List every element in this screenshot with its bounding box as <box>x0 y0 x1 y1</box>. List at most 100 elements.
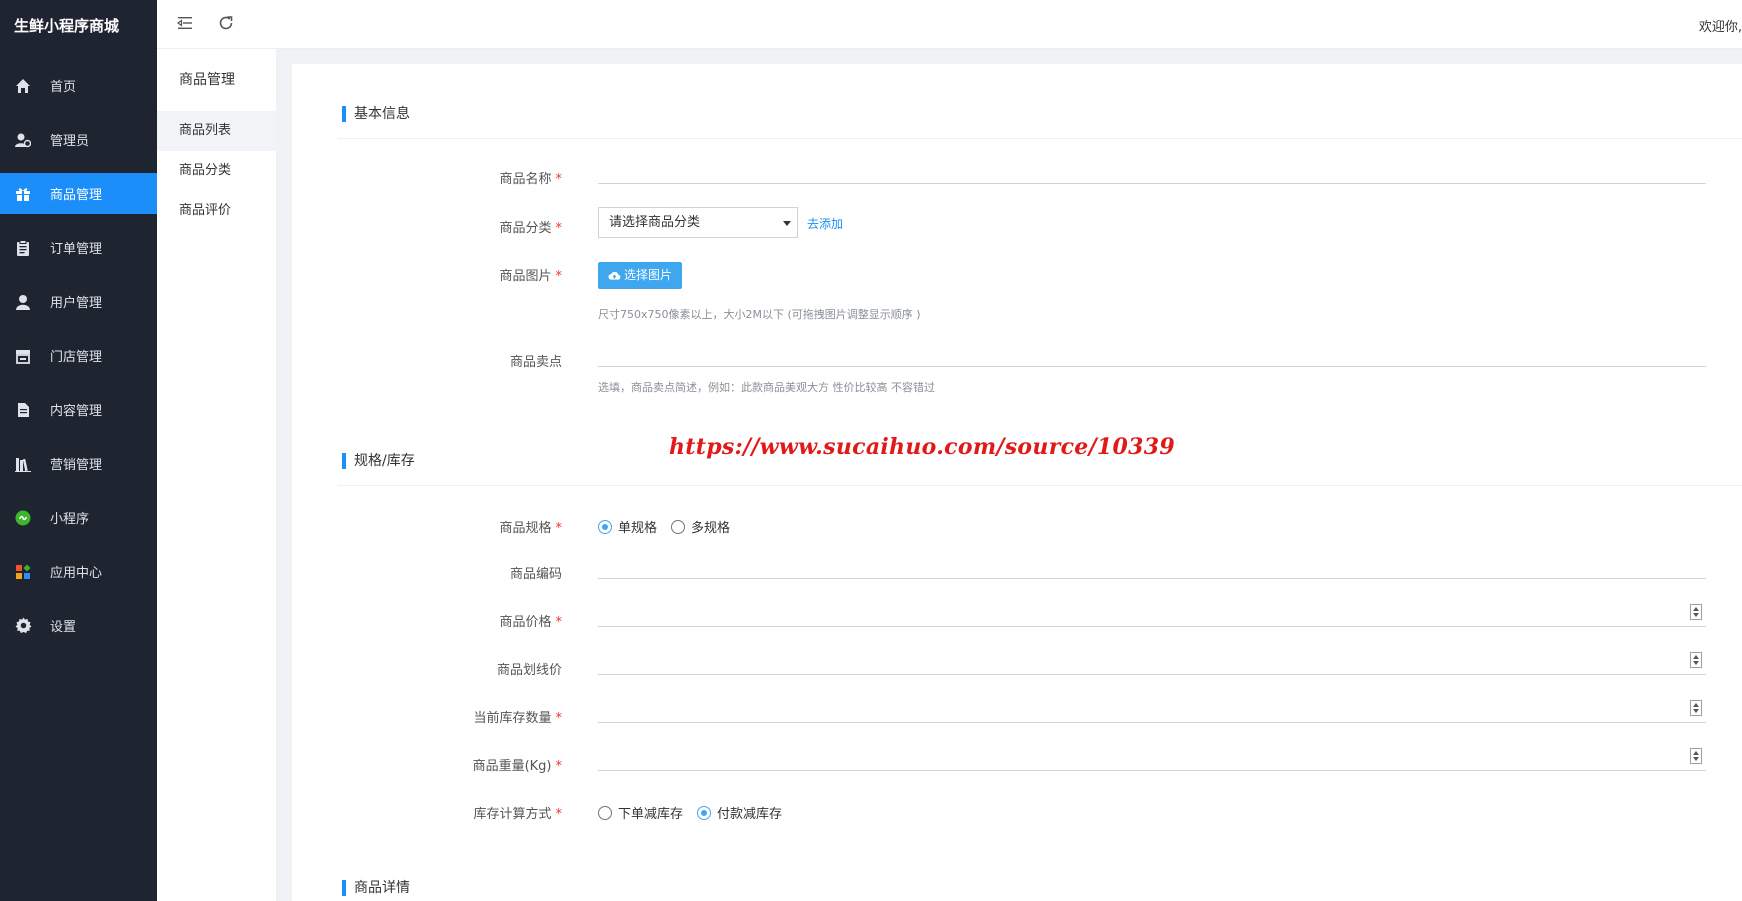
sidebar-item-label: 首页 <box>50 80 77 95</box>
required-mark: * <box>555 807 563 822</box>
sidebar-item-users[interactable]: 用户管理 <box>0 281 157 322</box>
apps-icon <box>14 563 32 581</box>
welcome-text: 欢迎你, <box>1698 20 1742 35</box>
sidebar-item-label: 设置 <box>50 620 77 635</box>
sidebar-item-apps[interactable]: 应用中心 <box>0 551 157 592</box>
sidebar-item-label: 小程序 <box>50 512 90 527</box>
clipboard-icon <box>14 239 32 257</box>
product-price-input[interactable] <box>598 601 1706 627</box>
refresh-icon[interactable] <box>217 14 237 34</box>
number-spinner[interactable] <box>1690 652 1702 668</box>
sidebar-item-label: 商品管理 <box>50 188 103 203</box>
stock-method-label: 库存计算方式 * <box>473 807 563 822</box>
required-mark: * <box>555 711 563 726</box>
admin-user-icon <box>14 131 32 149</box>
brand-title: 生鲜小程序商城 <box>14 17 120 35</box>
product-code-input[interactable] <box>598 553 1706 579</box>
stock-quantity-input[interactable] <box>598 697 1706 723</box>
required-mark: * <box>555 269 563 284</box>
section-divider <box>338 138 1742 139</box>
sidebar-item-label: 门店管理 <box>50 350 103 365</box>
gift-icon <box>14 185 32 203</box>
product-image-label: 商品图片 * <box>499 269 563 284</box>
sidebar-item-stores[interactable]: 门店管理 <box>0 335 157 376</box>
product-code-label: 商品编码 <box>509 567 562 582</box>
collapse-menu-icon[interactable] <box>176 14 196 34</box>
required-mark: * <box>555 172 563 187</box>
watermark-text: https://www.sucaihuo.com/source/10339 <box>669 434 1175 460</box>
product-spec-label: 商品规格 * <box>499 521 562 536</box>
stock-method-radio-on-payment[interactable]: 付款减库存 <box>697 803 782 822</box>
select-value: 请选择商品分类 <box>609 215 701 230</box>
section-divider <box>338 485 1742 486</box>
sidebar-item-products[interactable]: 商品管理 <box>0 173 157 214</box>
subnav-item-product-list[interactable]: 商品列表 <box>157 111 276 151</box>
home-icon <box>14 77 32 95</box>
subnav-item-product-reviews[interactable]: 商品评价 <box>157 191 276 231</box>
spec-radio-group: 单规格 多规格 <box>598 517 744 536</box>
selling-point-label: 商品卖点 <box>509 355 562 370</box>
sidebar-item-orders[interactable]: 订单管理 <box>0 227 157 268</box>
sidebar-item-marketing[interactable]: 营销管理 <box>0 443 157 484</box>
add-category-link[interactable]: 去添加 <box>807 215 843 232</box>
app-root: 生鲜小程序商城 首页 管理员 商品管理 订单管理 用户管理 门店管理 内容管理 … <box>0 0 1742 901</box>
caret-down-icon <box>783 221 791 226</box>
main-sidebar: 生鲜小程序商城 首页 管理员 商品管理 订单管理 用户管理 门店管理 内容管理 … <box>0 0 157 901</box>
radio-dot <box>598 519 612 534</box>
product-name-input[interactable] <box>598 158 1706 184</box>
product-price-label: 商品价格 * <box>499 615 563 630</box>
product-form-panel: 基本信息 商品名称 * 商品分类 * 请选择商品分类 去添加 商品图片 * 选择图片 … <box>292 64 1742 901</box>
section-title-detail: 商品详情 <box>342 880 410 896</box>
sidebar-item-home[interactable]: 首页 <box>0 65 157 106</box>
stock-quantity-label: 当前库存数量 * <box>473 711 563 726</box>
number-spinner[interactable] <box>1690 700 1702 716</box>
spec-radio-single[interactable]: 单规格 <box>598 517 657 536</box>
product-weight-input[interactable] <box>598 745 1706 771</box>
number-spinner[interactable] <box>1690 604 1702 620</box>
cloud-upload-icon <box>608 270 621 281</box>
sidebar-item-label: 用户管理 <box>50 296 103 311</box>
books-icon <box>14 455 32 473</box>
line-price-input[interactable] <box>598 649 1706 675</box>
stock-method-radio-group: 下单减库存 付款减库存 <box>598 803 796 822</box>
sidebar-item-label: 营销管理 <box>50 458 103 473</box>
sidebar-item-label: 应用中心 <box>50 566 103 581</box>
subnav-item-product-category[interactable]: 商品分类 <box>157 151 276 191</box>
sidebar-item-mini-program[interactable]: 小程序 <box>0 497 157 538</box>
sidebar-item-label: 订单管理 <box>50 242 103 257</box>
number-spinner[interactable] <box>1690 748 1702 764</box>
mini-program-icon <box>14 509 32 527</box>
sidebar-item-label: 内容管理 <box>50 404 103 419</box>
product-weight-label: 商品重量(Kg) * <box>472 759 563 774</box>
select-image-button[interactable]: 选择图片 <box>598 262 682 289</box>
sidebar-item-label: 管理员 <box>50 134 90 149</box>
selling-point-hint: 选填，商品卖点简述，例如：此款商品美观大方 性价比较高 不容错过 <box>598 381 935 394</box>
required-mark: * <box>555 221 563 236</box>
document-icon <box>14 401 32 419</box>
image-hint: 尺寸750x750像素以上，大小2M以下 (可拖拽图片调整显示顺序 ) <box>598 308 921 321</box>
sidebar-item-admin[interactable]: 管理员 <box>0 119 157 160</box>
product-category-select[interactable]: 请选择商品分类 <box>598 207 798 238</box>
gear-icon <box>14 617 32 635</box>
line-price-label: 商品划线价 <box>496 663 562 678</box>
section-title-basic: 基本信息 <box>342 106 410 122</box>
select-image-label: 选择图片 <box>623 268 672 282</box>
spec-radio-multi[interactable]: 多规格 <box>671 517 730 536</box>
product-category-label: 商品分类 * <box>499 221 563 236</box>
radio-dot <box>671 519 686 534</box>
sidebar-item-settings[interactable]: 设置 <box>0 605 157 646</box>
required-mark: * <box>555 615 563 630</box>
selling-point-input[interactable] <box>598 341 1706 367</box>
user-icon <box>14 293 32 311</box>
store-icon <box>14 347 32 365</box>
section-title-spec: 规格/库存 <box>342 453 415 469</box>
radio-dot <box>598 805 612 820</box>
required-mark: * <box>555 759 563 774</box>
top-bar: 欢迎你, <box>157 0 1742 49</box>
subnav-title: 商品管理 <box>179 72 235 88</box>
product-name-label: 商品名称 * <box>499 172 563 187</box>
stock-method-radio-on-order[interactable]: 下单减库存 <box>598 803 683 822</box>
product-subnav: 商品管理 商品列表 商品分类 商品评价 <box>157 49 277 901</box>
sidebar-item-content[interactable]: 内容管理 <box>0 389 157 430</box>
radio-dot <box>697 805 712 820</box>
